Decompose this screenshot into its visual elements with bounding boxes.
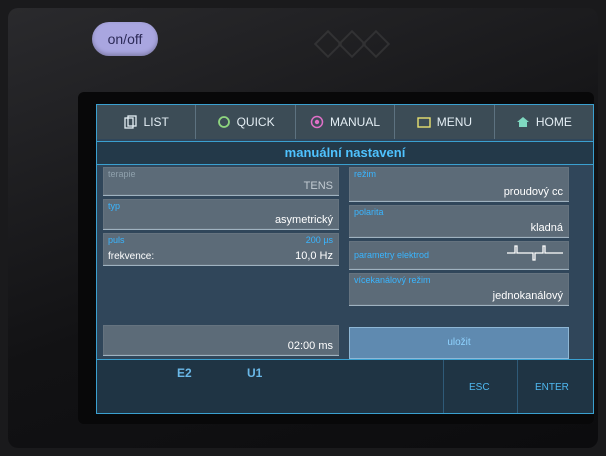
bottom-bar: E2 U1 ESC ENTER <box>97 359 593 413</box>
tab-manual[interactable]: MANUAL <box>296 105 396 139</box>
frequency-value: 10,0 Hz <box>295 250 333 262</box>
tab-home-label: HOME <box>535 115 572 129</box>
therapy-label: terapie <box>108 169 136 179</box>
timer-field[interactable]: 02:00 ms <box>103 325 339 356</box>
home-icon <box>516 117 529 127</box>
channel-indicator: U1 <box>247 366 263 380</box>
polarity-label: polarita <box>354 207 384 217</box>
type-label: typ <box>108 201 121 211</box>
bottom-separator <box>517 360 518 413</box>
top-nav: LIST QUICK MANUAL MENU HOME <box>97 105 593 139</box>
frequency-field[interactable]: puls 200 µs frekvence: 10,0 Hz <box>103 233 339 266</box>
electrode-indicator: E2 <box>177 366 192 380</box>
touch-screen: LIST QUICK MANUAL MENU HOME manuální nas… <box>96 104 594 414</box>
type-field[interactable]: typ asymetrický <box>103 199 339 230</box>
tab-list-label: LIST <box>143 115 169 129</box>
tab-quick[interactable]: QUICK <box>196 105 296 139</box>
electrode-params-field[interactable]: parametry elektrod <box>349 241 569 270</box>
tab-list[interactable]: LIST <box>97 105 197 139</box>
timer-value: 02:00 ms <box>287 340 333 352</box>
brand-logo <box>313 29 391 59</box>
polarity-value: kladná <box>530 222 563 234</box>
type-value: asymetrický <box>274 214 333 226</box>
multichannel-value: jednokanálový <box>492 290 563 302</box>
tab-menu-label: MENU <box>436 115 473 129</box>
electrode-params-label: parametry elektrod <box>354 250 430 260</box>
bottom-separator <box>443 360 444 413</box>
target-icon <box>310 115 324 129</box>
tab-menu[interactable]: MENU <box>395 105 495 139</box>
pulse-label: puls <box>108 235 125 245</box>
circle-icon <box>217 116 230 128</box>
onoff-button[interactable]: on/off <box>92 22 158 56</box>
mode-label: režim <box>354 169 376 179</box>
save-button[interactable]: uložit <box>349 327 569 359</box>
pulse-value: 200 µs <box>305 235 333 245</box>
tab-quick-label: QUICK <box>236 115 275 129</box>
save-label: uložit <box>447 337 471 348</box>
multichannel-field[interactable]: vícekanálový režim jednokanálový <box>349 273 569 306</box>
waveform-icon <box>507 245 563 261</box>
screen-title: manuální nastavení <box>284 145 406 160</box>
enter-button[interactable]: ENTER <box>535 382 569 393</box>
frequency-label: frekvence: <box>108 251 155 262</box>
tab-home[interactable]: HOME <box>495 105 593 139</box>
tab-manual-label: MANUAL <box>330 115 381 129</box>
esc-button[interactable]: ESC <box>469 382 490 393</box>
list-icon <box>123 115 137 129</box>
polarity-field[interactable]: polarita kladná <box>349 205 569 238</box>
screen-title-bar: manuální nastavení <box>97 141 593 165</box>
therapy-value: TENS <box>303 180 333 192</box>
multichannel-label: vícekanálový režim <box>354 275 431 285</box>
mode-value: proudový cc <box>503 186 563 198</box>
therapy-field[interactable]: terapie TENS <box>103 167 339 196</box>
folder-icon <box>417 117 431 128</box>
mode-field[interactable]: režim proudový cc <box>349 167 569 202</box>
